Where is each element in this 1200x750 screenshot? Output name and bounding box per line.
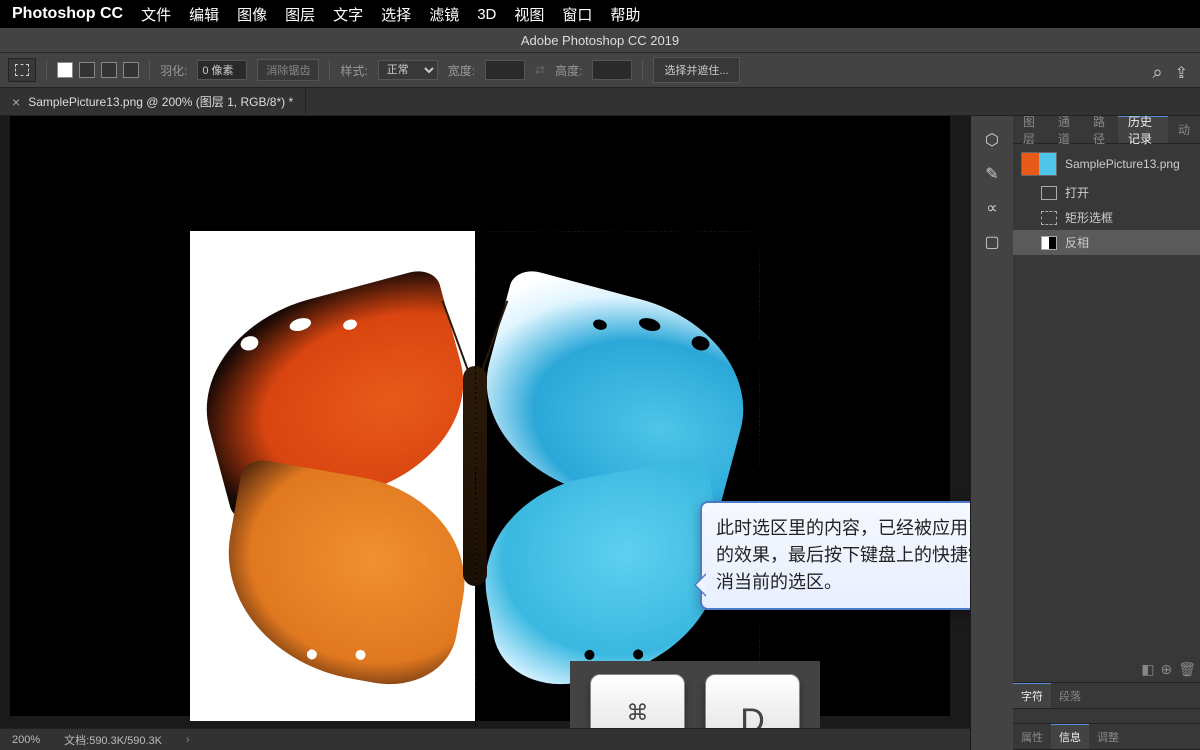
select-and-mask-button[interactable]: 选择并遮住... bbox=[653, 57, 739, 83]
marquee-selection bbox=[475, 231, 760, 731]
style-label: 样式: bbox=[340, 62, 367, 79]
history-filename: SamplePicture13.png bbox=[1065, 157, 1180, 171]
menu-view[interactable]: 视图 bbox=[514, 4, 544, 25]
history-item-open[interactable]: 打开 bbox=[1013, 180, 1200, 205]
app-logo: Photoshop CC bbox=[12, 5, 123, 23]
menu-edit[interactable]: 编辑 bbox=[189, 4, 219, 25]
tab-character[interactable]: 字符 bbox=[1013, 683, 1051, 708]
tab-actions[interactable]: 动 bbox=[1168, 116, 1200, 143]
tab-history[interactable]: 历史记录 bbox=[1118, 116, 1168, 143]
history-panel: SamplePicture13.png 打开 矩形选框 反相 bbox=[1013, 144, 1200, 259]
menubar: Photoshop CC 文件 编辑 图像 图层 文字 选择 滤镜 3D 视图 … bbox=[0, 0, 1200, 28]
style-select[interactable]: 正常 bbox=[378, 60, 438, 80]
tool-marquee-icon[interactable] bbox=[8, 58, 36, 82]
document-tab-title: SamplePicture13.png @ 200% (图层 1, RGB/8*… bbox=[28, 93, 293, 110]
tab-layers[interactable]: 图层 bbox=[1013, 116, 1048, 143]
history-thumbnail-icon bbox=[1021, 152, 1057, 176]
panel-tabs: 图层 通道 路径 历史记录 动 bbox=[1013, 116, 1200, 144]
tab-adjustments[interactable]: 调整 bbox=[1089, 724, 1127, 749]
height-input[interactable] bbox=[592, 60, 632, 80]
chevron-right-icon[interactable]: › bbox=[186, 734, 190, 746]
new-snapshot-icon[interactable]: ⊕ bbox=[1160, 661, 1172, 678]
width-label: 宽度: bbox=[448, 62, 475, 79]
menu-window[interactable]: 窗口 bbox=[562, 4, 592, 25]
character-panel-tabs: 字符 段落 bbox=[1013, 682, 1200, 709]
tab-info[interactable]: 信息 bbox=[1051, 724, 1089, 749]
menu-help[interactable]: 帮助 bbox=[610, 4, 640, 25]
tooltip-text: 此时选区里的内容，已经被应用了反相的效果，最后按下键盘上的快捷键，取消当前的选区… bbox=[716, 518, 970, 592]
canvas-area[interactable]: 此时选区里的内容，已经被应用了反相的效果，最后按下键盘上的快捷键，取消当前的选区… bbox=[0, 116, 970, 750]
command-symbol-icon: ⌘ bbox=[627, 700, 649, 726]
menu-filter[interactable]: 滤镜 bbox=[429, 4, 459, 25]
open-file-icon bbox=[1041, 186, 1057, 200]
menu-image[interactable]: 图像 bbox=[237, 4, 267, 25]
history-label: 反相 bbox=[1065, 234, 1089, 251]
doc-info[interactable]: 文档:590.3K/590.3K bbox=[64, 732, 162, 748]
cube-icon[interactable]: ⬡ bbox=[974, 124, 1010, 156]
frame-icon[interactable]: ▢ bbox=[974, 226, 1010, 258]
menu-text[interactable]: 文字 bbox=[333, 4, 363, 25]
tab-channels[interactable]: 通道 bbox=[1048, 116, 1083, 143]
feather-label: 羽化: bbox=[160, 62, 187, 79]
history-item-marquee[interactable]: 矩形选框 bbox=[1013, 205, 1200, 230]
swap-icon[interactable]: ⇄ bbox=[535, 63, 545, 77]
add-selection-icon[interactable] bbox=[79, 62, 95, 78]
menu-3d[interactable]: 3D bbox=[477, 6, 496, 23]
options-bar: 羽化: 消除锯齿 样式: 正常 宽度: ⇄ 高度: 选择并遮住... bbox=[0, 52, 1200, 88]
selection-mode-group bbox=[57, 62, 139, 78]
menu-file[interactable]: 文件 bbox=[141, 4, 171, 25]
subtract-selection-icon[interactable] bbox=[101, 62, 117, 78]
tab-properties[interactable]: 属性 bbox=[1013, 724, 1051, 749]
share-icon[interactable]: ⇪ bbox=[1175, 63, 1188, 83]
zoom-level[interactable]: 200% bbox=[12, 734, 40, 746]
window-title: Adobe Photoshop CC 2019 bbox=[0, 28, 1200, 52]
collapsed-panel-icons: ⬡ ✎ ∝ ▢ bbox=[971, 116, 1013, 750]
brush-icon[interactable]: ✎ bbox=[974, 158, 1010, 190]
menu-layer[interactable]: 图层 bbox=[285, 4, 315, 25]
close-tab-icon[interactable]: × bbox=[12, 94, 20, 110]
tab-paragraph[interactable]: 段落 bbox=[1051, 683, 1089, 708]
menu-select[interactable]: 选择 bbox=[381, 4, 411, 25]
document-tab[interactable]: × SamplePicture13.png @ 200% (图层 1, RGB/… bbox=[0, 89, 306, 114]
new-selection-icon[interactable] bbox=[57, 62, 73, 78]
antialias-checkbox[interactable]: 消除锯齿 bbox=[257, 59, 319, 81]
tab-paths[interactable]: 路径 bbox=[1083, 116, 1118, 143]
history-label: 打开 bbox=[1065, 184, 1089, 201]
link-icon[interactable]: ∝ bbox=[974, 192, 1010, 224]
history-snapshot[interactable]: SamplePicture13.png bbox=[1013, 148, 1200, 180]
camera-icon[interactable]: ◧ bbox=[1141, 661, 1154, 678]
history-item-invert[interactable]: 反相 bbox=[1013, 230, 1200, 255]
tutorial-tooltip: 此时选区里的内容，已经被应用了反相的效果，最后按下键盘上的快捷键，取消当前的选区… bbox=[700, 501, 970, 610]
height-label: 高度: bbox=[555, 62, 582, 79]
intersect-selection-icon[interactable] bbox=[123, 62, 139, 78]
canvas bbox=[10, 116, 950, 716]
document-tabs: × SamplePicture13.png @ 200% (图层 1, RGB/… bbox=[0, 88, 1200, 116]
status-bar: 200% 文档:590.3K/590.3K › bbox=[0, 728, 970, 750]
properties-panel-tabs: 属性 信息 调整 bbox=[1013, 723, 1200, 750]
history-label: 矩形选框 bbox=[1065, 209, 1113, 226]
marquee-icon bbox=[1041, 211, 1057, 225]
search-icon[interactable]: ⌕ bbox=[1153, 62, 1163, 83]
invert-icon bbox=[1041, 236, 1057, 250]
width-input[interactable] bbox=[485, 60, 525, 80]
feather-input[interactable] bbox=[197, 60, 247, 80]
trash-icon[interactable]: 🗑 bbox=[1178, 661, 1196, 678]
panel-footer: ◧ ⊕ 🗑 bbox=[1013, 657, 1200, 682]
right-panels: ⬡ ✎ ∝ ▢ 图层 通道 路径 历史记录 动 SamplePicture13.… bbox=[970, 116, 1200, 750]
